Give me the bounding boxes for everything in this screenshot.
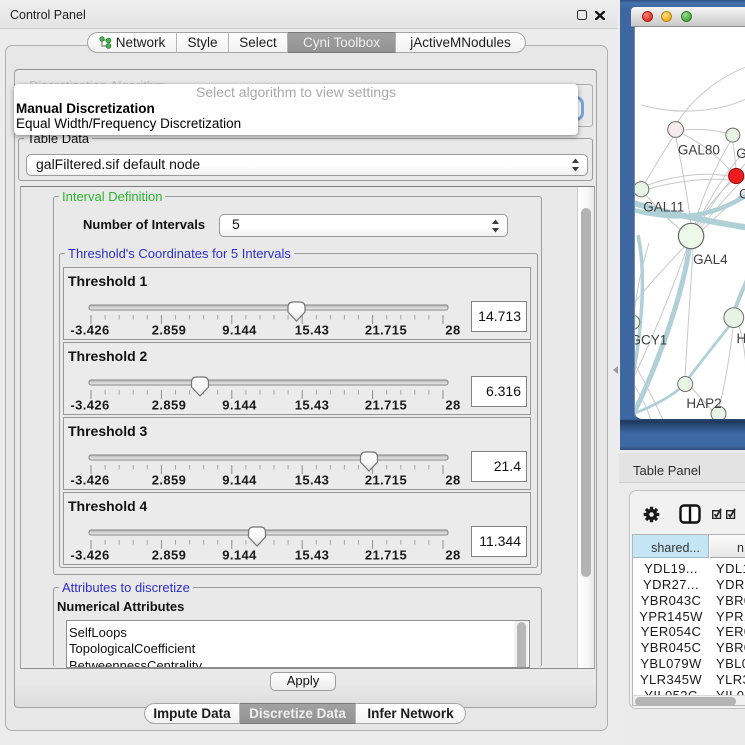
svg-text:GAL11: GAL11 bbox=[643, 200, 684, 215]
svg-text:-3.426: -3.426 bbox=[70, 323, 109, 338]
svg-text:28: 28 bbox=[445, 323, 460, 338]
svg-text:C: C bbox=[739, 187, 745, 202]
svg-text:9.144: 9.144 bbox=[222, 473, 257, 488]
svg-text:2.859: 2.859 bbox=[152, 323, 187, 338]
svg-text:9.144: 9.144 bbox=[222, 398, 257, 413]
svg-text:GAL80: GAL80 bbox=[678, 143, 720, 158]
svg-text:21.715: 21.715 bbox=[365, 473, 407, 488]
svg-text:9.144: 9.144 bbox=[222, 548, 257, 563]
svg-text:21.715: 21.715 bbox=[365, 323, 407, 338]
svg-text:15.43: 15.43 bbox=[295, 398, 330, 413]
svg-text:2.859: 2.859 bbox=[152, 548, 187, 563]
svg-text:HAP2: HAP2 bbox=[686, 396, 721, 411]
svg-text:21.715: 21.715 bbox=[365, 398, 407, 413]
svg-text:GAL4: GAL4 bbox=[693, 252, 728, 267]
svg-text:-3.426: -3.426 bbox=[70, 473, 109, 488]
svg-text:21.715: 21.715 bbox=[365, 548, 407, 563]
svg-text:2.859: 2.859 bbox=[152, 398, 187, 413]
svg-text:2.859: 2.859 bbox=[152, 473, 187, 488]
svg-text:15.43: 15.43 bbox=[295, 323, 330, 338]
svg-text:GA: GA bbox=[736, 146, 745, 161]
svg-text:28: 28 bbox=[445, 473, 460, 488]
svg-text:15.43: 15.43 bbox=[295, 548, 330, 563]
svg-text:9.144: 9.144 bbox=[222, 323, 257, 338]
svg-text:28: 28 bbox=[445, 398, 460, 413]
svg-text:-3.426: -3.426 bbox=[70, 398, 109, 413]
svg-text:28: 28 bbox=[445, 548, 460, 563]
svg-text:15.43: 15.43 bbox=[295, 473, 330, 488]
svg-text:GCY1: GCY1 bbox=[635, 333, 667, 348]
svg-text:H: H bbox=[737, 331, 745, 346]
svg-text:-3.426: -3.426 bbox=[70, 548, 109, 563]
